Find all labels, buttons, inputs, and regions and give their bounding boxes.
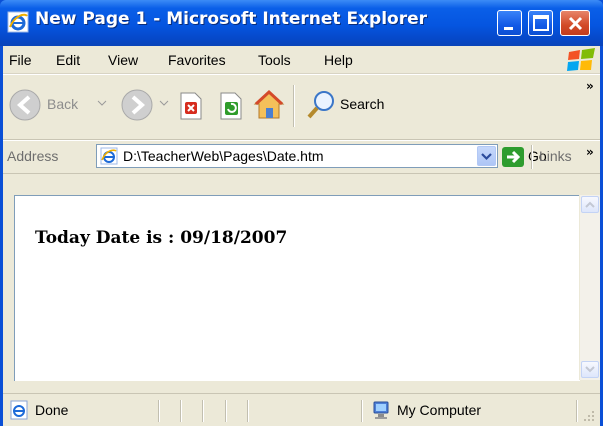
go-arrow-icon[interactable]	[502, 147, 524, 167]
page-icon	[100, 147, 118, 165]
chevron-up-icon	[585, 201, 595, 208]
title-bar[interactable]: New Page 1 - Microsoft Internet Explorer	[0, 0, 603, 46]
address-separator	[531, 145, 533, 169]
search-button-label[interactable]: Search	[340, 96, 384, 112]
menu-favorites[interactable]: Favorites	[168, 52, 226, 68]
status-pane-divider	[202, 400, 204, 422]
links-overflow-chevron[interactable]: »	[586, 145, 594, 159]
status-pane-divider	[576, 400, 578, 422]
address-dropdown-button[interactable]	[477, 146, 496, 166]
maximize-button[interactable]	[528, 10, 553, 36]
windows-logo-icon	[567, 48, 595, 71]
resize-grip-icon[interactable]	[583, 410, 595, 422]
stop-icon[interactable]	[177, 91, 205, 121]
internet-explorer-icon	[7, 11, 29, 33]
standard-toolbar: Back Search »	[3, 74, 600, 140]
address-url: D:\TeacherWeb\Pages\Date.htm	[123, 148, 324, 164]
status-pane-divider	[225, 400, 227, 422]
status-pane-divider	[247, 400, 249, 422]
minimize-button[interactable]	[497, 10, 522, 36]
browser-window: New Page 1 - Microsoft Internet Explorer…	[0, 0, 603, 426]
status-pane-divider	[180, 400, 182, 422]
my-computer-icon	[373, 401, 389, 419]
window-title: New Page 1 - Microsoft Internet Explorer	[35, 9, 428, 29]
scroll-up-button[interactable]	[581, 196, 599, 213]
menu-tools[interactable]: Tools	[258, 52, 291, 68]
page-done-icon	[10, 400, 28, 420]
chevron-down-icon	[585, 366, 595, 373]
address-input[interactable]: D:\TeacherWeb\Pages\Date.htm	[96, 144, 498, 168]
search-icon[interactable]	[306, 89, 336, 121]
status-bar: Done My Computer	[3, 393, 600, 426]
minimize-icon	[504, 27, 513, 30]
menu-edit[interactable]: Edit	[56, 52, 80, 68]
security-zone-label: My Computer	[397, 402, 482, 418]
chevron-down-icon	[481, 153, 492, 161]
close-button[interactable]	[560, 10, 590, 36]
toolbar-separator	[293, 85, 295, 127]
close-icon	[568, 16, 583, 31]
refresh-icon[interactable]	[217, 91, 245, 121]
menu-help[interactable]: Help	[324, 52, 353, 68]
chevron-down-icon[interactable]	[97, 99, 107, 107]
status-pane-divider	[158, 400, 160, 422]
address-bar: Address D:\TeacherWeb\Pages\Date.htm Go	[3, 140, 600, 174]
back-icon[interactable]	[8, 88, 42, 122]
maximize-icon	[533, 15, 549, 31]
links-label[interactable]: Links	[539, 148, 572, 164]
address-label: Address	[7, 148, 59, 164]
date-text: Today Date is : 09/18/2007	[35, 228, 288, 248]
back-button-label[interactable]: Back	[47, 96, 78, 112]
menu-bar: File Edit View Favorites Tools Help	[3, 46, 600, 74]
menu-file[interactable]: File	[9, 52, 32, 68]
page-content: Today Date is : 09/18/2007	[14, 195, 580, 381]
status-text: Done	[35, 402, 69, 418]
vertical-scrollbar[interactable]	[579, 195, 600, 380]
menu-view[interactable]: View	[108, 52, 138, 68]
home-icon[interactable]	[253, 89, 285, 121]
toolbar-overflow-chevron[interactable]: »	[586, 79, 594, 93]
scroll-down-button[interactable]	[581, 361, 599, 378]
chevron-down-icon[interactable]	[159, 99, 169, 107]
status-pane-divider	[361, 400, 363, 422]
forward-icon[interactable]	[120, 88, 154, 122]
